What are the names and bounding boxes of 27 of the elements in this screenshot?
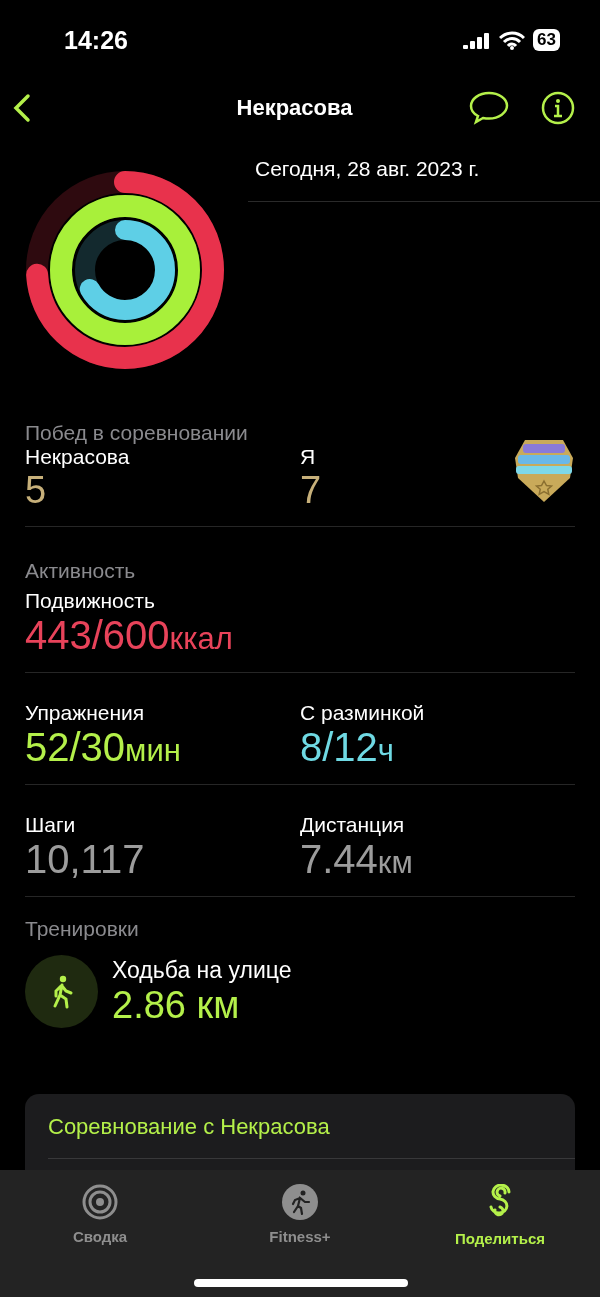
metric-value: 8/12ч [300, 725, 395, 770]
section-title: Побед в соревновании [25, 421, 249, 445]
wins-count: 5 [25, 469, 48, 512]
metric-label: Шаги [25, 813, 77, 837]
nav-title: Некрасова [236, 94, 353, 121]
metric-label: С разминкой [300, 701, 426, 725]
tab[interactable]: Поделиться [420, 1184, 580, 1254]
section-title: Активность [25, 559, 137, 583]
workout-distance: 2.86 км [112, 983, 241, 1027]
battery-level: 63 [533, 29, 560, 51]
metric-value: 52/30мин [25, 725, 182, 770]
metric-label: Упражнения [25, 701, 146, 725]
metric-value: 443/600ккал [25, 613, 234, 658]
metric-label: Подвижность [25, 589, 156, 613]
participant-name: Я [300, 445, 317, 469]
tab[interactable]: Fitness+ [220, 1184, 380, 1254]
competition-link[interactable]: Соревнование с Некрасова [48, 1094, 575, 1159]
metric-value: 10,117 [25, 837, 146, 882]
workout-name: Ходьба на улице [112, 956, 293, 984]
wins-count: 7 [300, 469, 323, 512]
status-time: 14:26 [64, 25, 128, 55]
date-label: Сегодня, 28 авг. 2023 г. [248, 135, 600, 202]
metric-value: 7.44км [300, 837, 414, 882]
participant-name: Некрасова [25, 445, 131, 469]
section-title: Тренировки [25, 917, 140, 941]
tab[interactable]: Сводка [20, 1184, 180, 1254]
metric-label: Дистанция [300, 813, 406, 837]
